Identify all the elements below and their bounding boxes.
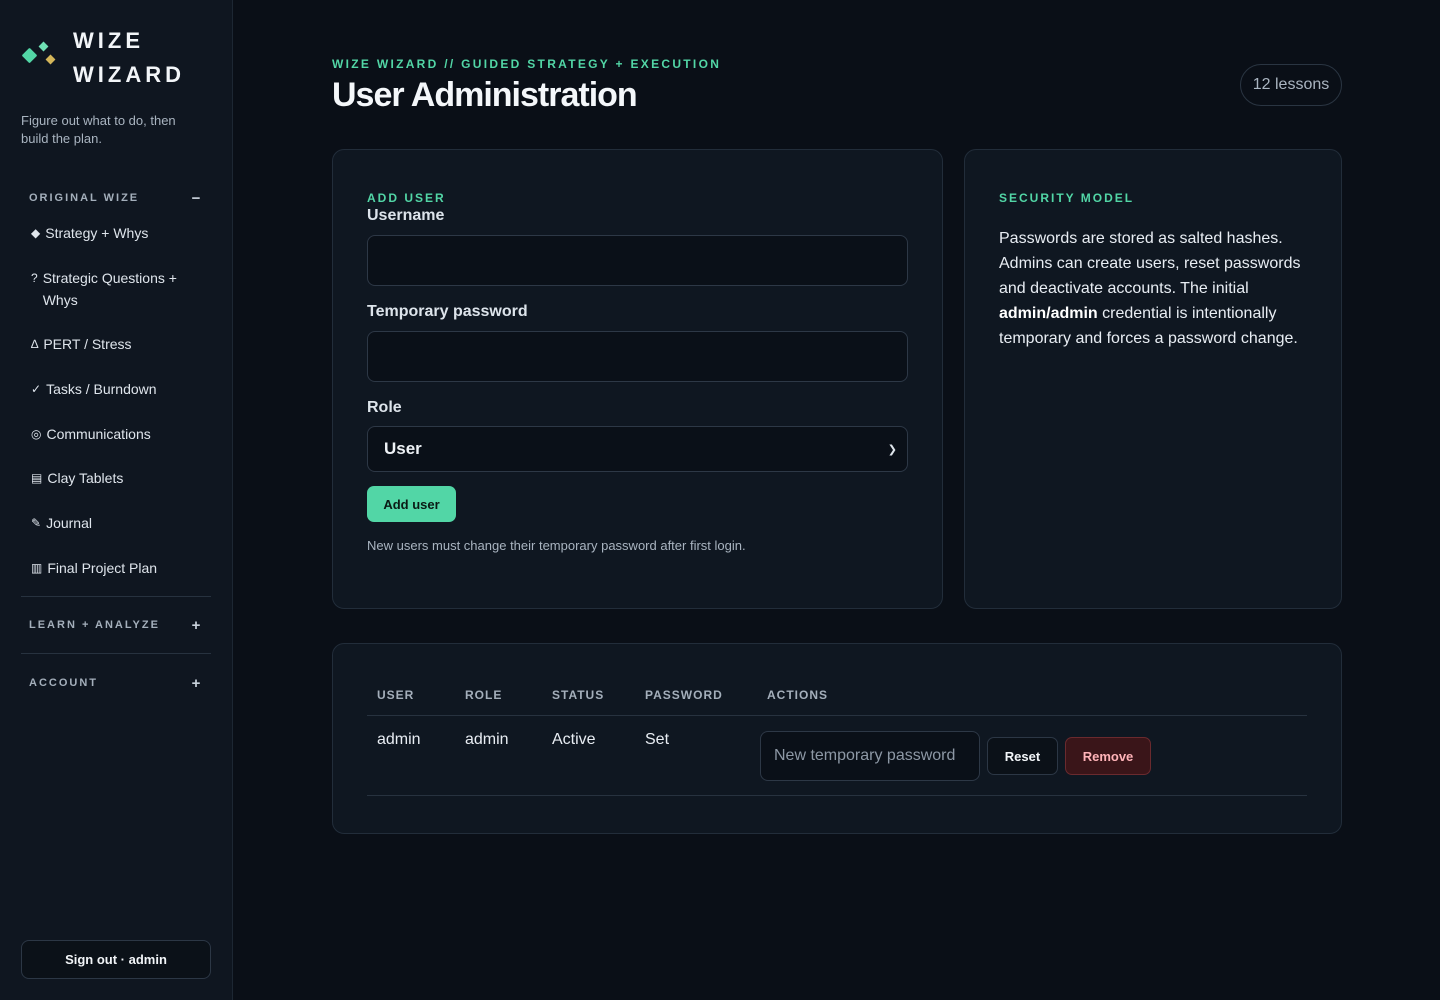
security-model-text: Passwords are stored as salted hashes. A… — [999, 226, 1307, 351]
sidebar-item-final-project-plan[interactable]: ▥ Final Project Plan — [21, 557, 211, 579]
temp-password-label: Temporary password — [367, 303, 528, 320]
username-label: Username — [367, 207, 445, 224]
sidebar-divider — [21, 596, 211, 597]
expand-icon[interactable]: + — [191, 617, 203, 634]
page-title: User Administration — [332, 76, 638, 114]
column-header-user: USER — [367, 688, 455, 716]
sidebar-divider — [21, 653, 211, 654]
delta-icon: ∆ — [31, 337, 39, 351]
add-user-heading: ADD USER — [367, 191, 446, 205]
tablet-icon: ▤ — [31, 471, 43, 485]
target-icon: ◎ — [31, 427, 42, 441]
brand-name: WIZE WIZARD — [73, 24, 185, 92]
column-header-status: STATUS — [542, 688, 635, 716]
table-header-row: USER ROLE STATUS PASSWORD ACTIONS — [367, 688, 1307, 716]
app-root: WIZE WIZARD Figure out what to do, then … — [0, 0, 1440, 1000]
sidebar-item-label: Clay Tablets — [47, 470, 124, 486]
diamond-icon: ◆ — [31, 226, 41, 240]
role-select-value: User — [384, 439, 422, 458]
nav-section-header-learn-analyze[interactable]: LEARN + ANALYZE + — [21, 615, 211, 635]
sidebar-item-pert-stress[interactable]: ∆ PERT / Stress — [21, 333, 211, 355]
sidebar-item-tasks-burndown[interactable]: ✓ Tasks / Burndown — [21, 378, 211, 400]
expand-icon[interactable]: + — [191, 675, 203, 692]
nav-section-label: ACCOUNT — [29, 677, 98, 689]
question-icon: ? — [31, 271, 38, 285]
sidebar-item-label: Journal — [46, 515, 92, 531]
page-eyebrow: WIZE WIZARD // GUIDED STRATEGY + EXECUTI… — [332, 57, 722, 71]
pencil-icon: ✎ — [31, 516, 42, 530]
nav-section-original-wize: ORIGINAL WIZE − ◆ Strategy + Whys ? Stra… — [21, 188, 211, 579]
sidebar-item-label: PERT / Stress — [43, 336, 132, 352]
security-text-credential: admin/admin — [999, 305, 1098, 322]
remove-user-button[interactable]: Remove — [1065, 737, 1151, 775]
security-model-heading: SECURITY MODEL — [999, 191, 1135, 205]
users-table: USER ROLE STATUS PASSWORD ACTIONS admin … — [367, 688, 1307, 796]
sidebar: WIZE WIZARD Figure out what to do, then … — [0, 0, 233, 1000]
main-content: WIZE WIZARD // GUIDED STRATEGY + EXECUTI… — [233, 0, 1440, 1000]
sidebar-item-strategy-whys[interactable]: ◆ Strategy + Whys — [21, 222, 211, 244]
brand-name-line2: WIZARD — [73, 62, 185, 87]
username-input[interactable] — [367, 235, 908, 286]
cell-password: Set — [635, 715, 757, 796]
column-header-password: PASSWORD — [635, 688, 757, 716]
role-label: Role — [367, 399, 402, 416]
sign-out-button[interactable]: Sign out · admin — [21, 940, 211, 979]
chevron-down-icon: ❯ — [887, 443, 897, 456]
users-table-card: USER ROLE STATUS PASSWORD ACTIONS admin … — [332, 643, 1342, 834]
check-icon: ✓ — [31, 382, 42, 396]
brand[interactable]: WIZE WIZARD — [21, 0, 211, 92]
sidebar-item-label: Communications — [46, 426, 151, 442]
role-select[interactable]: User ❯ — [367, 426, 908, 472]
lessons-badge[interactable]: 12 lessons — [1240, 64, 1342, 106]
add-user-card: ADD USER Username Temporary password Rol… — [332, 149, 943, 609]
sidebar-item-label: Tasks / Burndown — [46, 381, 157, 397]
sidebar-item-communications[interactable]: ◎ Communications — [21, 423, 211, 445]
reset-password-button[interactable]: Reset — [987, 737, 1058, 775]
temp-password-input[interactable] — [367, 331, 908, 382]
row-actions: Reset Remove — [760, 731, 1307, 781]
add-user-button[interactable]: Add user — [367, 486, 456, 522]
cell-actions: Reset Remove — [757, 715, 1307, 796]
nav-section-label: ORIGINAL WIZE — [29, 192, 140, 204]
nav-section-header-account[interactable]: ACCOUNT + — [21, 673, 211, 693]
brand-logo-icon — [21, 38, 61, 78]
collapse-icon[interactable]: − — [191, 190, 203, 207]
column-header-role: ROLE — [455, 688, 542, 716]
cell-status: Active — [542, 715, 635, 796]
table-row: admin admin Active Set Reset Remove — [367, 715, 1307, 796]
brand-name-line1: WIZE — [73, 28, 144, 53]
sidebar-item-label: Final Project Plan — [47, 560, 158, 576]
sidebar-item-strategic-questions[interactable]: ? Strategic Questions + Whys — [21, 267, 211, 311]
sidebar-item-clay-tablets[interactable]: ▤ Clay Tablets — [21, 467, 211, 489]
add-user-hint: New users must change their temporary pa… — [367, 538, 746, 553]
new-temp-password-input[interactable] — [760, 731, 980, 781]
column-header-actions: ACTIONS — [757, 688, 1307, 716]
nav-items: ◆ Strategy + Whys ? Strategic Questions … — [21, 222, 211, 579]
sidebar-item-journal[interactable]: ✎ Journal — [21, 512, 211, 534]
sidebar-item-label: Strategy + Whys — [45, 225, 149, 241]
nav-section-header-original-wize[interactable]: ORIGINAL WIZE − — [21, 188, 211, 208]
cell-user: admin — [367, 715, 455, 796]
nav-section-label: LEARN + ANALYZE — [29, 619, 160, 631]
brand-tagline: Figure out what to do, then build the pl… — [21, 113, 176, 146]
sidebar-item-label: Strategic Questions + Whys — [42, 270, 177, 308]
cell-role: admin — [455, 715, 542, 796]
columns-icon: ▥ — [31, 561, 43, 575]
security-text-part1: Passwords are stored as salted hashes. A… — [999, 230, 1301, 297]
security-model-card: SECURITY MODEL Passwords are stored as s… — [964, 149, 1342, 609]
